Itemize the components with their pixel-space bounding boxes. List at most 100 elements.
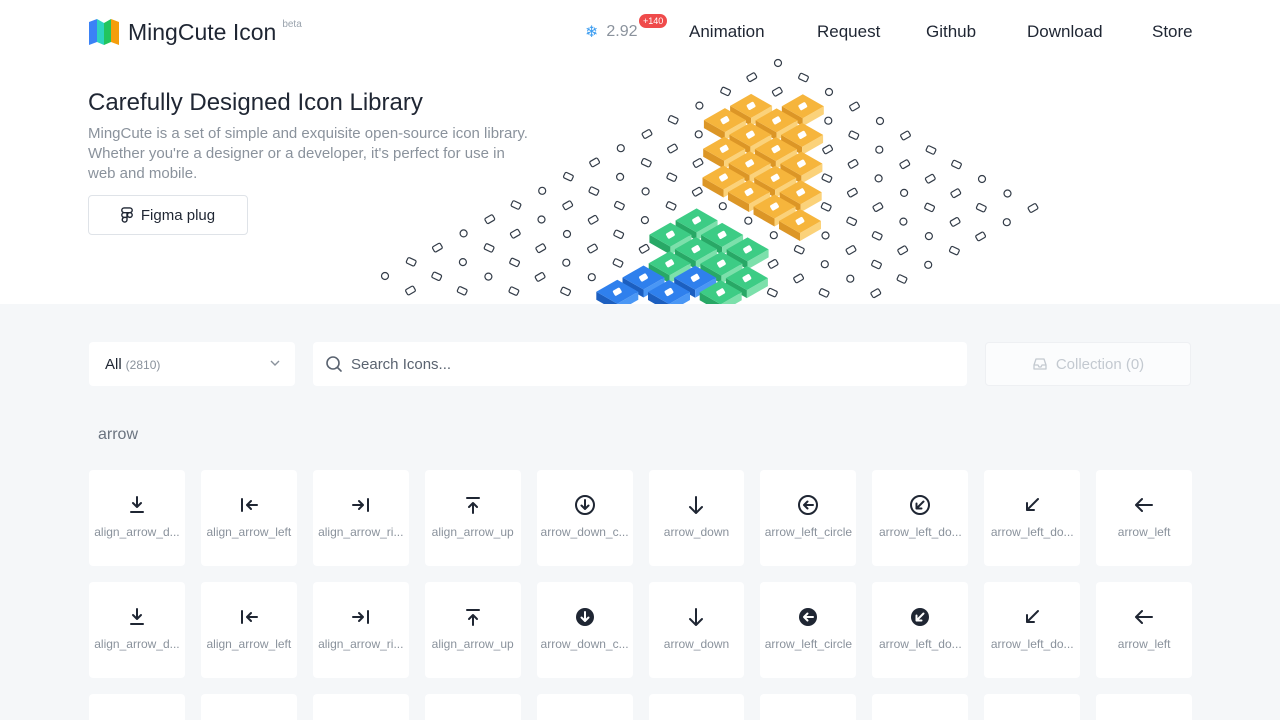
nav-github[interactable]: Github	[926, 22, 976, 42]
icon-label: arrow_left_circle	[764, 637, 853, 651]
icon-card[interactable]: arrow_down	[648, 582, 745, 678]
version-link[interactable]: ❄ 2.92	[585, 21, 638, 43]
icon-label: arrow_left	[1117, 637, 1171, 651]
icon-card[interactable]: arrow_down_c...	[536, 582, 633, 678]
icon-label: align_arrow_ri...	[318, 525, 404, 539]
align-arrow-up-icon	[465, 609, 480, 626]
icon-card[interactable]	[872, 694, 969, 720]
category-count: (2810)	[125, 358, 161, 372]
icon-row-line: align_arrow_d... align_arrow_left align_ar…	[89, 470, 1193, 566]
icon-card[interactable]: arrow_left_circle	[760, 470, 857, 566]
icon-card[interactable]	[984, 694, 1081, 720]
icon-label: align_arrow_d...	[94, 637, 180, 651]
arrow-down-icon	[689, 496, 704, 514]
align-arrow-left-icon	[240, 610, 258, 624]
icon-card[interactable]: arrow_left_do...	[872, 470, 969, 566]
nav-download[interactable]: Download	[1027, 22, 1103, 42]
icon-card[interactable]: align_arrow_ri...	[312, 470, 409, 566]
icon-card[interactable]: align_arrow_up	[424, 470, 521, 566]
logo[interactable]: MingCute Icon beta	[89, 19, 302, 45]
icon-card[interactable]: align_arrow_left	[200, 470, 297, 566]
search-box[interactable]	[313, 342, 967, 386]
icon-row-fill: align_arrow_d... align_arrow_left align_ar…	[89, 582, 1193, 678]
icon-grid: align_arrow_d... align_arrow_left align_ar…	[89, 470, 1193, 720]
icon-card[interactable]	[760, 694, 857, 720]
arrow-left-circle-icon	[798, 495, 819, 515]
nav-store[interactable]: Store	[1152, 22, 1193, 42]
inbox-icon	[1033, 358, 1047, 370]
icon-card[interactable]: arrow_left_do...	[984, 582, 1081, 678]
icon-label: arrow_left_do...	[990, 525, 1074, 539]
icon-label: arrow_left_do...	[990, 637, 1074, 651]
align-arrow-right-icon	[351, 610, 369, 624]
figma-plugin-label: Figma plug	[140, 206, 216, 224]
align-arrow-up-icon	[465, 497, 480, 514]
arrow-down-icon	[689, 608, 704, 626]
icon-card[interactable]: arrow_left_do...	[984, 470, 1081, 566]
icon-label: arrow_left_do...	[878, 637, 962, 651]
align-arrow-left-icon	[240, 498, 258, 512]
icon-row-partial	[89, 694, 1193, 720]
arrow-left-down-circle-icon	[911, 608, 930, 626]
hero-section: MingCute Icon beta ❄ 2.92 +140 Animation…	[0, 0, 1280, 304]
icon-card[interactable]: arrow_down	[648, 470, 745, 566]
beta-label: beta	[282, 19, 302, 30]
section-title: arrow	[98, 426, 139, 443]
isometric-icon-grid-illustration	[380, 58, 1039, 304]
brand-name: MingCute Icon	[128, 19, 277, 45]
arrow-left-down-icon	[1026, 498, 1040, 511]
category-select[interactable]: All (2810)	[89, 342, 295, 386]
icon-card[interactable]	[424, 694, 521, 720]
arrow-down-circle-icon	[575, 608, 594, 626]
snowflake-icon: ❄	[585, 24, 599, 41]
icon-card[interactable]	[648, 694, 745, 720]
nav-animation[interactable]: Animation	[689, 22, 765, 42]
icon-label: arrow_down_c...	[540, 637, 629, 651]
search-icon	[326, 356, 342, 372]
icon-card[interactable]: align_arrow_d...	[89, 582, 185, 678]
icon-card[interactable]	[89, 694, 185, 720]
icon-label: arrow_down	[663, 637, 730, 651]
align-arrow-down-icon	[129, 496, 144, 513]
search-input[interactable]	[351, 355, 931, 373]
icon-label: align_arrow_up	[431, 525, 514, 539]
icon-label: arrow_left	[1117, 525, 1171, 539]
icon-card[interactable]	[200, 694, 297, 720]
collection-label: Collection (0)	[1055, 355, 1145, 373]
align-arrow-down-icon	[129, 608, 144, 625]
figma-icon	[121, 206, 133, 223]
icon-card[interactable]: arrow_left_do...	[872, 582, 969, 678]
arrow-left-icon	[1135, 498, 1154, 512]
icon-card[interactable]: arrow_left	[1096, 470, 1193, 566]
icon-card[interactable]: align_arrow_left	[200, 582, 297, 678]
mingcute-logo-icon	[89, 19, 119, 45]
align-arrow-right-icon	[351, 498, 369, 512]
arrow-left-icon	[1135, 610, 1154, 624]
arrow-left-down-circle-icon	[910, 495, 931, 515]
new-icons-badge: +140	[639, 14, 668, 28]
icon-label: align_arrow_ri...	[318, 637, 404, 651]
icon-label: align_arrow_left	[206, 525, 292, 539]
figma-plugin-button[interactable]: Figma plug	[88, 195, 248, 235]
category-selected: All	[105, 355, 122, 373]
icon-card[interactable]	[1096, 694, 1193, 720]
chevron-down-icon	[270, 360, 280, 366]
arrow-left-circle-icon	[799, 608, 818, 626]
icon-card[interactable]: align_arrow_d...	[89, 470, 185, 566]
icon-label: arrow_down_c...	[540, 525, 629, 539]
icon-card[interactable]: arrow_left	[1096, 582, 1193, 678]
icon-label: arrow_left_circle	[764, 525, 853, 539]
arrow-down-circle-icon	[574, 495, 595, 515]
collection-button[interactable]: Collection (0)	[985, 342, 1191, 386]
icon-label: align_arrow_up	[431, 637, 514, 651]
nav-request[interactable]: Request	[817, 22, 880, 42]
icon-card[interactable]	[536, 694, 633, 720]
version-number: 2.92	[606, 23, 638, 40]
icon-card[interactable]: align_arrow_ri...	[312, 582, 409, 678]
icon-card[interactable]: arrow_left_circle	[760, 582, 857, 678]
arrow-left-down-icon	[1026, 610, 1040, 623]
icon-card[interactable]: arrow_down_c...	[536, 470, 633, 566]
icon-card[interactable]	[312, 694, 409, 720]
icon-card[interactable]: align_arrow_up	[424, 582, 521, 678]
icon-label: arrow_left_do...	[878, 525, 962, 539]
